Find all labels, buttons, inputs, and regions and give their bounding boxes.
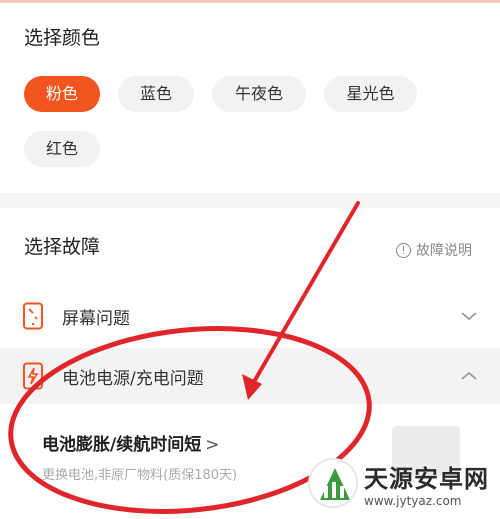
color-section-title: 选择颜色: [24, 27, 101, 49]
watermark-name: 天源安卓网: [364, 464, 489, 493]
chevron-down-icon: [460, 307, 478, 326]
color-option-pink[interactable]: 粉色: [24, 76, 100, 112]
sub-fault-description: 更换电池,非原厂物料(质保180天): [42, 468, 238, 483]
fault-help-label: 故障说明: [416, 243, 472, 259]
sub-fault-battery-swelling[interactable]: 电池膨胀/续航时间短 >: [42, 430, 219, 455]
color-option-starlight[interactable]: 星光色: [324, 76, 417, 112]
color-option-red[interactable]: 红色: [24, 131, 100, 167]
category-battery[interactable]: 电池电源/充电问题: [0, 348, 500, 404]
chevron-right-icon: >: [205, 435, 220, 455]
fault-help-link[interactable]: 故障说明: [396, 240, 472, 260]
color-selection-card: 选择颜色 粉色 蓝色 午夜色 星光色 红色: [0, 3, 500, 193]
category-label: 屏幕问题: [62, 308, 130, 329]
category-label: 电池电源/充电问题: [62, 368, 204, 389]
chevron-up-icon: [460, 367, 478, 386]
android-logo-icon: [308, 458, 358, 508]
info-icon: [396, 242, 411, 258]
watermark-url: www.jytyaz.com: [364, 493, 462, 508]
fault-section-title: 选择故障: [24, 236, 101, 258]
color-option-midnight[interactable]: 午夜色: [212, 76, 306, 112]
color-option-blue[interactable]: 蓝色: [118, 76, 194, 112]
category-screen[interactable]: 屏幕问题: [0, 288, 500, 344]
battery-charge-icon: [22, 362, 44, 394]
phone-screen-icon: [22, 302, 44, 334]
watermark: 天源安卓网 www.jytyaz.com: [308, 452, 498, 514]
sub-fault-title: 电池膨胀/续航时间短: [42, 435, 202, 455]
